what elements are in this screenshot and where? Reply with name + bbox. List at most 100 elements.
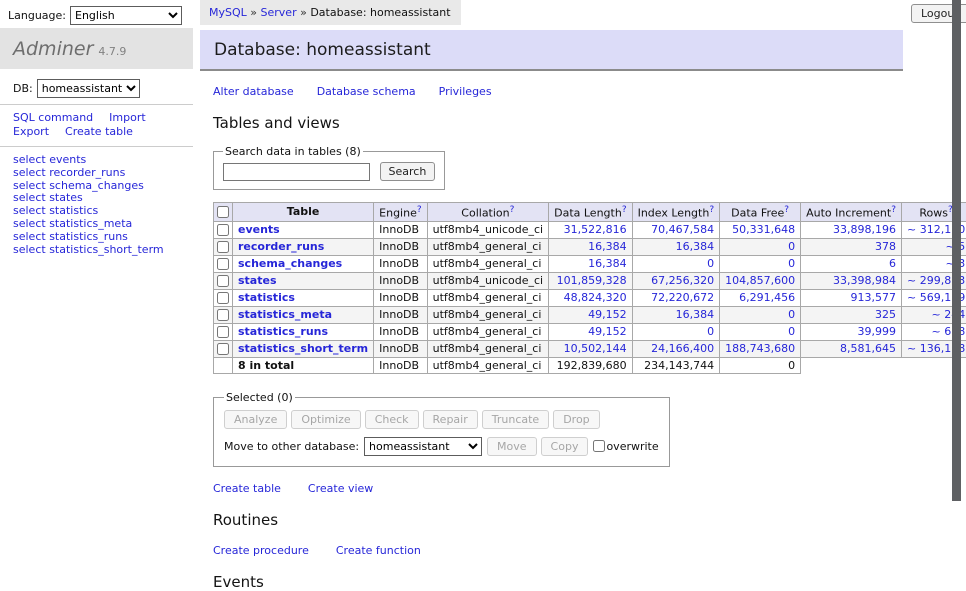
table-link[interactable]: events — [49, 153, 86, 166]
table-name-link[interactable]: statistics_meta — [238, 308, 332, 321]
table-name-link[interactable]: statistics_short_term — [238, 342, 368, 355]
row-checkbox[interactable] — [217, 224, 229, 236]
table-link[interactable]: statistics_runs — [49, 230, 128, 243]
select-link[interactable]: select — [13, 204, 49, 217]
help-link[interactable]: ? — [622, 205, 627, 215]
table-name-link[interactable]: events — [238, 223, 280, 236]
auto-increment-link[interactable]: 8,581,645 — [840, 342, 896, 355]
search-button[interactable]: Search — [380, 162, 436, 181]
data-length-link[interactable]: 49,152 — [588, 325, 627, 338]
data-length-link[interactable]: 49,152 — [588, 308, 627, 321]
index-length-cell: 0 — [632, 323, 720, 340]
auto-increment-link[interactable]: 33,898,196 — [833, 223, 896, 236]
repair-button: Repair — [423, 410, 478, 429]
table-link[interactable]: statistics_meta — [49, 217, 132, 230]
data-length-link[interactable]: 101,859,328 — [557, 274, 627, 287]
index-length-cell: 16,384 — [632, 306, 720, 323]
table-name-link[interactable]: statistics_runs — [238, 325, 328, 338]
sidebar-link-sql-command[interactable]: SQL command — [13, 111, 93, 124]
index-length-link[interactable]: 16,384 — [676, 240, 715, 253]
search-input[interactable] — [223, 163, 370, 181]
data-free-link[interactable]: 104,857,600 — [725, 274, 795, 287]
auto-increment-link[interactable]: 913,577 — [851, 291, 897, 304]
auto-increment-link[interactable]: 39,999 — [858, 325, 897, 338]
create-function-link[interactable]: Create function — [336, 544, 421, 557]
index-length-link[interactable]: 0 — [707, 325, 714, 338]
table-name-link[interactable]: recorder_runs — [238, 240, 324, 253]
auto-increment-cell: 33,398,984 — [801, 272, 902, 289]
help-link[interactable]: ? — [891, 205, 896, 215]
sidebar-link-export[interactable]: Export — [13, 125, 49, 138]
data-free-cell: 188,743,680 — [720, 340, 801, 357]
data-free-link[interactable]: 6,291,456 — [739, 291, 795, 304]
help-link[interactable]: ? — [417, 205, 422, 215]
move-db-select[interactable]: homeassistant — [364, 437, 482, 456]
table-link[interactable]: statistics_short_term — [49, 243, 163, 256]
auto-increment-link[interactable]: 6 — [889, 257, 896, 270]
select-link[interactable]: select — [13, 166, 49, 179]
data-length-link[interactable]: 31,522,816 — [564, 223, 627, 236]
create-view-link[interactable]: Create view — [308, 482, 373, 495]
select-link[interactable]: select — [13, 230, 49, 243]
table-name-link[interactable]: states — [238, 274, 277, 287]
help-link[interactable]: ? — [784, 205, 789, 215]
data-free-link[interactable]: 0 — [788, 257, 795, 270]
table-name-link[interactable]: statistics — [238, 291, 295, 304]
index-length-cell: 16,384 — [632, 238, 720, 255]
create-table-link[interactable]: Create table — [213, 482, 281, 495]
row-checkbox[interactable] — [217, 343, 229, 355]
data-length-link[interactable]: 16,384 — [588, 240, 627, 253]
sidebar-link-create-table[interactable]: Create table — [65, 125, 133, 138]
data-free-link[interactable]: 0 — [788, 325, 795, 338]
selected-fieldset: Selected (0) AnalyzeOptimizeCheckRepairT… — [213, 391, 670, 467]
breadcrumb-item[interactable]: Server — [261, 6, 297, 19]
auto-increment-link[interactable]: 378 — [875, 240, 896, 253]
select-link[interactable]: select — [13, 153, 49, 166]
help-link[interactable]: ? — [510, 205, 515, 215]
db-select[interactable]: homeassistant — [37, 79, 140, 98]
table-name-cell: statistics — [233, 289, 374, 306]
row-checkbox[interactable] — [217, 326, 229, 338]
select-link[interactable]: select — [13, 217, 49, 230]
select-link[interactable]: select — [13, 243, 49, 256]
auto-increment-link[interactable]: 325 — [875, 308, 896, 321]
action-link-privileges[interactable]: Privileges — [439, 85, 492, 98]
sidebar-link-import[interactable]: Import — [109, 111, 146, 124]
action-link-alter-database[interactable]: Alter database — [213, 85, 294, 98]
overwrite-checkbox[interactable] — [593, 440, 605, 452]
scrollbar-thumb[interactable] — [952, 0, 961, 501]
breadcrumb-item[interactable]: MySQL — [209, 6, 247, 19]
table-link[interactable]: states — [49, 191, 83, 204]
table-name-link[interactable]: schema_changes — [238, 257, 342, 270]
data-length-link[interactable]: 48,824,320 — [564, 291, 627, 304]
table-link[interactable]: schema_changes — [49, 179, 144, 192]
index-length-link[interactable]: 0 — [707, 257, 714, 270]
sidebar-table-links: select eventsselect recorder_runsselect … — [13, 154, 164, 256]
row-checkbox[interactable] — [217, 275, 229, 287]
index-length-link[interactable]: 24,166,400 — [651, 342, 714, 355]
row-checkbox[interactable] — [217, 292, 229, 304]
data-free-link[interactable]: 0 — [788, 308, 795, 321]
auto-increment-link[interactable]: 33,398,984 — [833, 274, 896, 287]
select-link[interactable]: select — [13, 179, 49, 192]
table-link[interactable]: statistics — [49, 204, 98, 217]
row-checkbox[interactable] — [217, 309, 229, 321]
data-length-link[interactable]: 10,502,144 — [564, 342, 627, 355]
data-length-link[interactable]: 16,384 — [588, 257, 627, 270]
data-free-link[interactable]: 188,743,680 — [725, 342, 795, 355]
index-length-link[interactable]: 16,384 — [676, 308, 715, 321]
select-all-checkbox[interactable] — [217, 206, 229, 218]
row-checkbox[interactable] — [217, 241, 229, 253]
create-procedure-link[interactable]: Create procedure — [213, 544, 309, 557]
index-length-link[interactable]: 70,467,584 — [651, 223, 714, 236]
action-link-database-schema[interactable]: Database schema — [317, 85, 416, 98]
row-checkbox[interactable] — [217, 258, 229, 270]
index-length-link[interactable]: 67,256,320 — [651, 274, 714, 287]
table-link[interactable]: recorder_runs — [49, 166, 125, 179]
data-free-link[interactable]: 0 — [788, 240, 795, 253]
index-length-link[interactable]: 72,220,672 — [651, 291, 714, 304]
select-link[interactable]: select — [13, 191, 49, 204]
help-link[interactable]: ? — [709, 205, 714, 215]
data-free-link[interactable]: 50,331,648 — [732, 223, 795, 236]
language-select[interactable]: English — [70, 6, 182, 25]
